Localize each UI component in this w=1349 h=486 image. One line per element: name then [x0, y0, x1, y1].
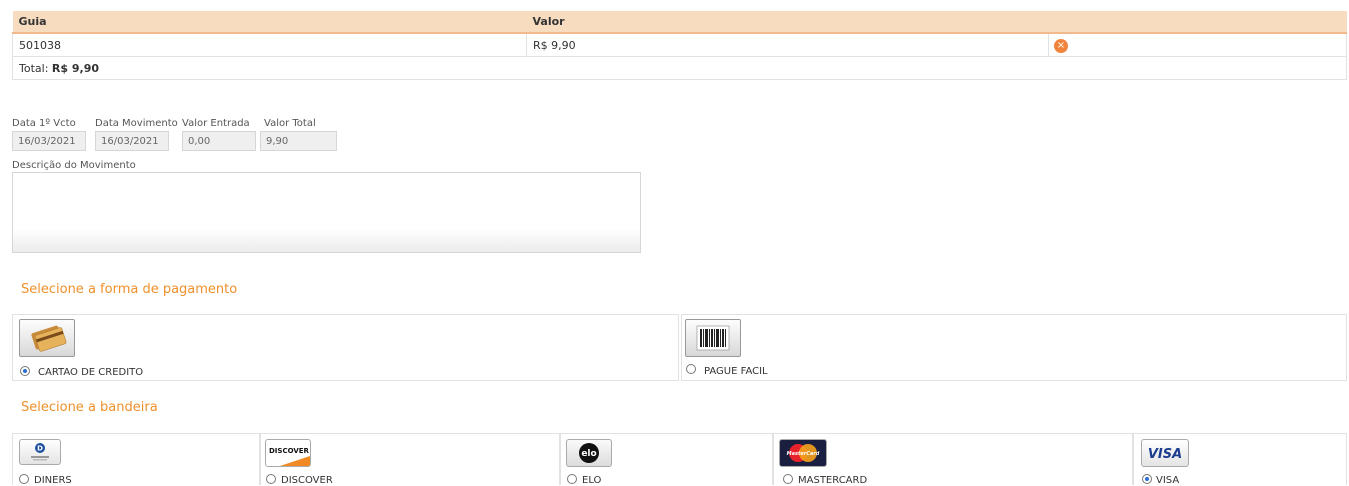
remove-icon[interactable]: ×	[1054, 38, 1068, 53]
label-elo: ELO	[582, 475, 602, 486]
header-guia: Guia	[12, 11, 527, 34]
valor-total-label: Valor Total	[264, 118, 316, 129]
data-vcto-label: Data 1º Vcto	[12, 118, 76, 129]
data-vcto-field[interactable]: 16/03/2021	[12, 131, 86, 151]
discover-logo-icon[interactable]: DISCOVER	[265, 439, 311, 467]
radio-credit-card[interactable]	[20, 366, 30, 376]
radio-pague-facil[interactable]	[686, 364, 696, 374]
payment-option-pague-facil[interactable]: PAGUE FACIL	[681, 314, 1347, 381]
label-mastercard: MASTERCARD	[798, 475, 868, 486]
discover-logo-text: DISCOVER	[269, 447, 310, 455]
brand-section-title: Selecione a bandeira	[21, 400, 158, 415]
total-cell: Total: R$ 9,90	[12, 56, 1347, 80]
brand-option-discover[interactable]: DISCOVER DISCOVER	[260, 433, 560, 486]
label-discover: DISCOVER	[281, 475, 333, 486]
descricao-label: Descrição do Movimento	[12, 160, 136, 171]
descricao-textarea[interactable]	[12, 172, 641, 253]
table-row: 501038 R$ 9,90 ×	[12, 32, 1347, 57]
radio-mastercard[interactable]	[783, 474, 793, 484]
elo-logo-text: elo	[581, 449, 596, 459]
valor-total-field[interactable]: 9,90	[260, 131, 337, 151]
guias-table: Guia Valor 501038 R$ 9,90 × Total: R$ 9,…	[12, 11, 1347, 80]
cell-actions: ×	[1048, 32, 1347, 57]
label-credit-card: CARTAO DE CREDITO	[38, 367, 144, 378]
label-visa: VISA	[1156, 475, 1180, 486]
guias-header-row: Guia Valor	[12, 11, 1347, 34]
barcode-icon[interactable]	[685, 319, 741, 357]
visa-logo-text: VISA	[1148, 447, 1182, 462]
header-valor: Valor	[526, 11, 1049, 34]
radio-diners[interactable]	[19, 474, 29, 484]
brand-option-diners[interactable]: D DINERS	[12, 433, 260, 486]
diners-logo-text: D	[37, 445, 43, 453]
payment-section-title: Selecione a forma de pagamento	[21, 282, 238, 297]
elo-logo-icon[interactable]: elo	[566, 439, 612, 467]
data-movimento-label: Data Movimento	[95, 118, 178, 129]
total-row: Total: R$ 9,90	[12, 56, 1347, 80]
brand-option-mastercard[interactable]: MasterCard MASTERCARD	[773, 433, 1133, 486]
radio-elo[interactable]	[567, 474, 577, 484]
payment-option-credit-card[interactable]: CARTAO DE CREDITO	[12, 314, 679, 381]
diners-logo-icon[interactable]: D	[19, 439, 61, 465]
mastercard-logo-text: MasterCard	[787, 451, 820, 457]
radio-visa[interactable]	[1142, 474, 1152, 484]
valor-entrada-label: Valor Entrada	[182, 118, 250, 129]
cell-guia: 501038	[12, 32, 527, 57]
label-pague-facil: PAGUE FACIL	[704, 366, 768, 377]
mastercard-logo-icon[interactable]: MasterCard	[779, 439, 827, 467]
data-movimento-field[interactable]: 16/03/2021	[95, 131, 169, 151]
total-value: R$ 9,90	[51, 61, 99, 75]
brand-option-elo[interactable]: elo ELO	[560, 433, 773, 486]
credit-card-icon[interactable]	[19, 319, 75, 357]
radio-discover[interactable]	[266, 474, 276, 484]
brand-option-visa[interactable]: VISA VISA	[1133, 433, 1347, 486]
header-actions	[1048, 11, 1347, 34]
total-label: Total:	[19, 61, 49, 75]
visa-logo-icon[interactable]: VISA	[1141, 439, 1189, 467]
valor-entrada-field[interactable]: 0,00	[182, 131, 256, 151]
cell-valor: R$ 9,90	[526, 32, 1049, 57]
label-diners: DINERS	[34, 475, 72, 486]
